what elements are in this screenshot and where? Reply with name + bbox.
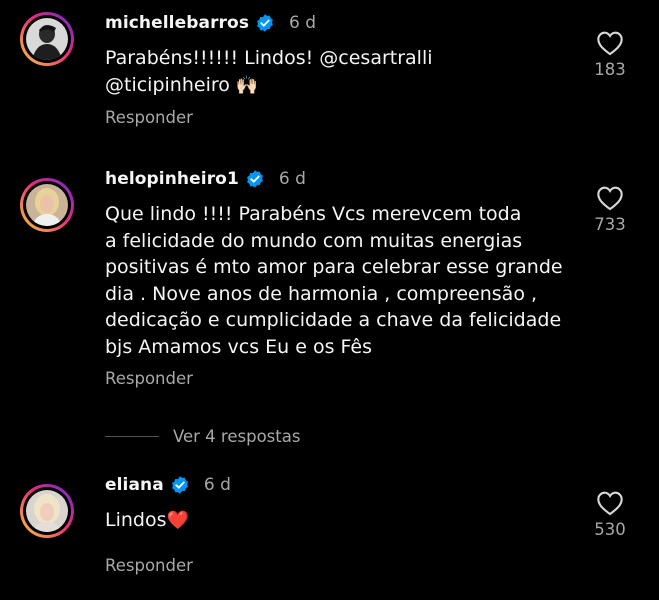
comment-text: Parabéns!!!!!! Lindos! @cesartralli @tic… [105, 45, 585, 99]
reply-button[interactable]: Responder [105, 556, 193, 575]
username[interactable]: michellebarros [105, 13, 249, 33]
avatar-border [23, 487, 71, 535]
avatar-photo-icon [26, 184, 68, 226]
comment-time: 6 d [203, 475, 231, 495]
heart-outline-icon[interactable] [596, 185, 624, 211]
comment-header: eliana 6 d [105, 471, 231, 499]
avatar-photo-icon [26, 18, 68, 60]
like-count: 733 [594, 215, 626, 234]
avatar-photo-icon [26, 490, 68, 532]
red-heart-emoji: ❤️ [166, 510, 189, 531]
avatar-border [23, 181, 71, 229]
comment-time: 6 d [289, 13, 317, 33]
like-count: 530 [594, 520, 626, 539]
view-replies-button[interactable]: Ver 4 respostas [105, 424, 300, 448]
reply-button[interactable]: Responder [105, 369, 193, 388]
comment-body: Lindos [105, 509, 167, 531]
username[interactable]: helopinheiro1 [105, 169, 239, 189]
verified-badge-icon [257, 14, 273, 32]
like-button[interactable]: 530 [588, 490, 632, 539]
like-button[interactable]: 183 [588, 30, 632, 79]
raising-hands-emoji: 🙌🏻 [235, 74, 259, 96]
avatar-border [23, 15, 71, 63]
like-button[interactable]: 733 [588, 185, 632, 234]
comment-header: helopinheiro1 6 d [105, 165, 306, 193]
replies-divider [105, 435, 159, 437]
reply-button[interactable]: Responder [105, 108, 193, 127]
comment-text: Que lindo !!!! Parabéns Vcs merevcem tod… [105, 203, 563, 358]
avatar[interactable] [20, 178, 74, 232]
comment-text: Lindos❤️ [105, 507, 585, 535]
comment-header: michellebarros 6 d [105, 9, 316, 37]
heart-outline-icon[interactable] [596, 30, 624, 56]
view-replies-label: Ver 4 respostas [173, 426, 301, 446]
username[interactable]: eliana [105, 475, 164, 495]
comment-body: Parabéns!!!!!! Lindos! @cesartralli @tic… [105, 47, 433, 96]
comment-time: 6 d [278, 169, 306, 189]
heart-outline-icon[interactable] [596, 490, 624, 516]
avatar[interactable] [20, 12, 74, 66]
verified-badge-icon [171, 476, 188, 494]
like-count: 183 [594, 60, 626, 79]
verified-badge-icon [246, 170, 263, 188]
avatar[interactable] [20, 484, 74, 538]
